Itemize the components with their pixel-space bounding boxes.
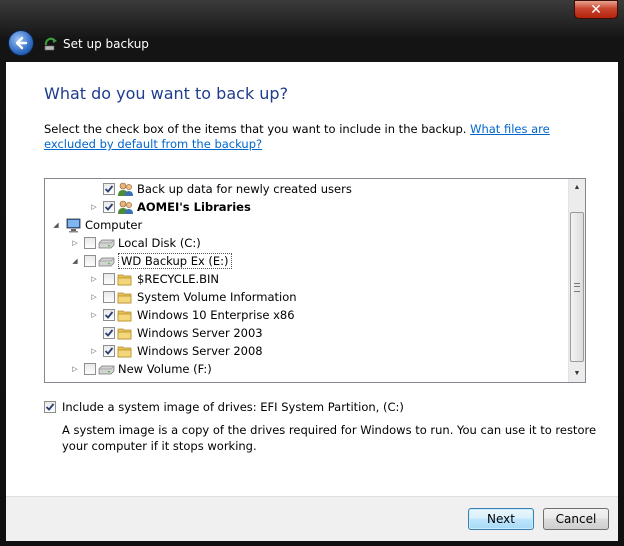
tree-item[interactable]: ▷ AOMEI's Libraries xyxy=(89,198,251,216)
drive-icon xyxy=(98,235,115,251)
folder-icon xyxy=(117,289,134,305)
tree-item[interactable]: ▷ $RECYCLE.BIN xyxy=(89,270,219,288)
next-button[interactable]: Next xyxy=(468,508,534,530)
system-image-checkbox[interactable] xyxy=(44,401,56,413)
item-checkbox[interactable] xyxy=(84,363,96,375)
backup-items-tree[interactable]: ▲ ▼ Back up data for newly created users… xyxy=(44,178,586,383)
tree-item-label: AOMEI's Libraries xyxy=(137,200,251,214)
tree-item-label: WD Backup Ex (E:) xyxy=(118,253,232,269)
folder-icon xyxy=(117,307,134,323)
expand-arrow-icon[interactable]: ▷ xyxy=(70,360,80,378)
item-checkbox[interactable] xyxy=(103,291,115,303)
expand-arrow-icon[interactable]: ▷ xyxy=(89,198,99,216)
intro-body: Select the check box of the items that y… xyxy=(44,122,471,136)
dialog-content: What do you want to back up? Select the … xyxy=(6,62,618,541)
tree-item[interactable]: ◢ Computer xyxy=(51,216,142,234)
drive-icon xyxy=(98,253,115,269)
page-heading: What do you want to back up? xyxy=(44,84,289,103)
item-checkbox[interactable] xyxy=(84,255,96,267)
tree-item-label: Local Disk (C:) xyxy=(118,236,201,250)
item-checkbox[interactable] xyxy=(103,273,115,285)
users-icon xyxy=(117,199,134,215)
window-frame: ✕ Set up backup What do you want to back… xyxy=(0,0,624,546)
tree-item[interactable]: ▷ System Volume Information xyxy=(89,288,297,306)
folder-icon xyxy=(117,343,134,359)
scroll-down-icon[interactable]: ▼ xyxy=(569,365,585,382)
item-checkbox[interactable] xyxy=(103,345,115,357)
tree-item-label: Windows Server 2008 xyxy=(137,344,263,358)
intro-text: Select the check box of the items that y… xyxy=(44,122,584,152)
tree-item-label: Computer xyxy=(85,218,143,232)
tree-item[interactable]: ▷ Windows Server 2008 xyxy=(89,342,263,360)
computer-icon xyxy=(65,217,82,233)
tree-item[interactable]: Back up data for newly created users xyxy=(89,180,352,198)
expand-arrow-icon[interactable]: ▷ xyxy=(89,288,99,306)
system-image-description: A system image is a copy of the drives r… xyxy=(62,423,597,453)
folder-icon xyxy=(117,271,134,287)
back-arrow-icon xyxy=(15,36,28,50)
scroll-thumb[interactable] xyxy=(570,212,584,362)
item-checkbox[interactable] xyxy=(103,201,115,213)
expand-arrow-icon[interactable]: ▷ xyxy=(89,342,99,360)
expand-arrow-icon[interactable]: ▷ xyxy=(89,306,99,324)
scroll-up-icon[interactable]: ▲ xyxy=(569,179,585,196)
system-image-label: Include a system image of drives: EFI Sy… xyxy=(62,400,404,414)
system-image-option[interactable]: Include a system image of drives: EFI Sy… xyxy=(44,400,404,414)
item-checkbox[interactable] xyxy=(84,237,96,249)
tree-item-label: Back up data for newly created users xyxy=(137,182,352,196)
item-checkbox[interactable] xyxy=(103,183,115,195)
users-icon xyxy=(117,181,134,197)
tree-item[interactable]: ▷ New Volume (F:) xyxy=(70,360,212,378)
tree-item[interactable]: ▷ Windows 10 Enterprise x86 xyxy=(89,306,295,324)
close-button[interactable]: ✕ xyxy=(574,0,618,19)
tree-scrollbar[interactable]: ▲ ▼ xyxy=(568,179,585,382)
cancel-button[interactable]: Cancel xyxy=(543,508,609,530)
tree-item-label: System Volume Information xyxy=(137,290,297,304)
item-checkbox[interactable] xyxy=(103,309,115,321)
tree-item[interactable]: ▷ Local Disk (C:) xyxy=(70,234,201,252)
tree-item-label: Windows Server 2003 xyxy=(137,326,263,340)
grip-icon xyxy=(574,283,580,292)
backup-app-icon xyxy=(44,37,57,51)
tree-item[interactable]: Windows Server 2003 xyxy=(89,324,263,342)
tree-item-label: Windows 10 Enterprise x86 xyxy=(137,308,295,322)
folder-icon xyxy=(117,325,134,341)
tree-item-label: New Volume (F:) xyxy=(118,362,212,376)
window-title: Set up backup xyxy=(63,37,149,51)
tree-item-label: $RECYCLE.BIN xyxy=(137,272,220,286)
collapse-arrow-icon[interactable]: ◢ xyxy=(51,216,61,234)
tree-item[interactable]: ◢ WD Backup Ex (E:) xyxy=(70,252,232,270)
item-checkbox[interactable] xyxy=(103,327,115,339)
close-icon: ✕ xyxy=(590,1,602,17)
back-button[interactable] xyxy=(8,30,34,56)
expand-arrow-icon[interactable]: ▷ xyxy=(70,234,80,252)
collapse-arrow-icon[interactable]: ◢ xyxy=(70,252,80,270)
drive-icon xyxy=(98,361,115,377)
expand-arrow-icon[interactable]: ▷ xyxy=(89,270,99,288)
